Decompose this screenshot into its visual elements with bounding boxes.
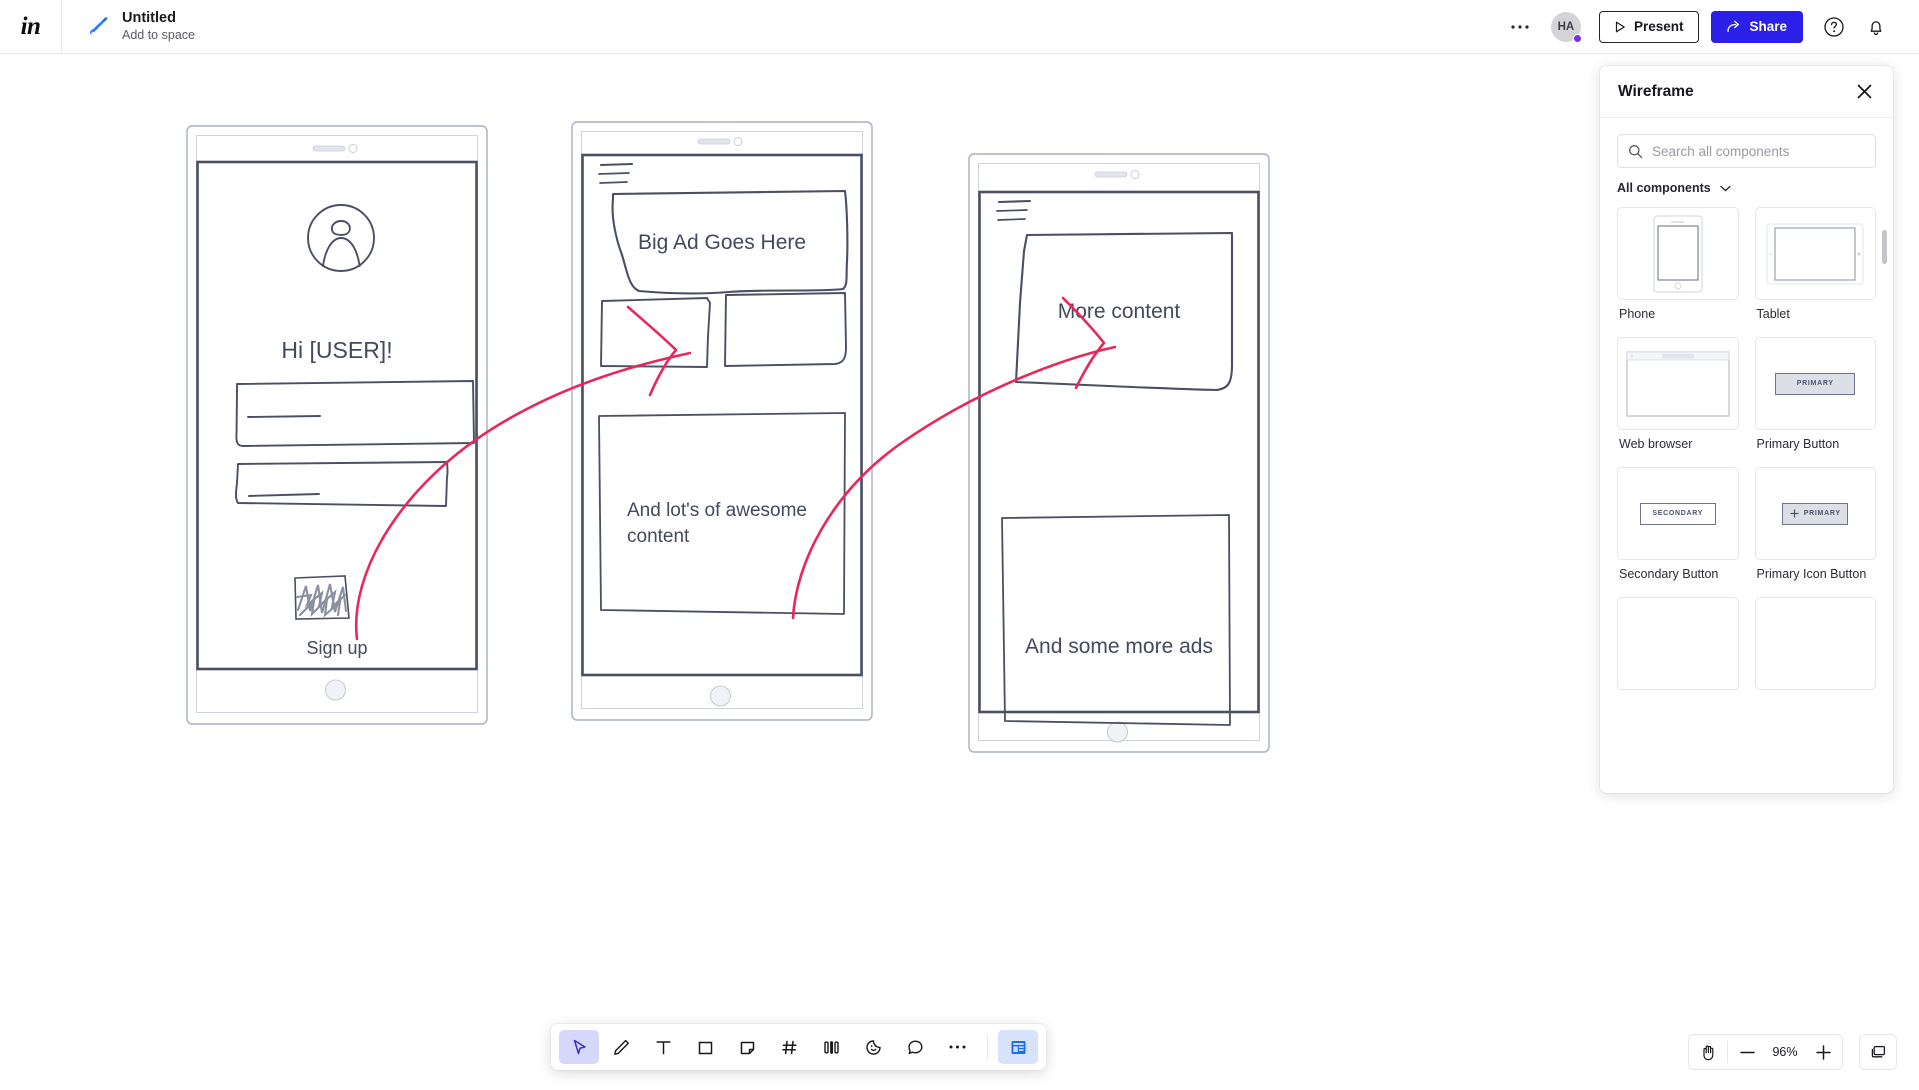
component-card-phone[interactable]: Phone xyxy=(1617,207,1739,332)
screen2-content-text: And lot's of awesome content xyxy=(627,500,807,547)
zoom-level-label[interactable]: 96% xyxy=(1766,1045,1804,1059)
add-to-space-link[interactable]: Add to space xyxy=(122,27,195,43)
tool-rectangle[interactable] xyxy=(685,1030,725,1064)
tool-sticky-note[interactable] xyxy=(727,1030,767,1064)
help-icon[interactable] xyxy=(1819,12,1849,42)
partial-thumbnail-icon xyxy=(1617,597,1739,690)
wireframe-phone-3[interactable]: More content And some more ads xyxy=(968,153,1270,753)
screen3-heading-text: More content xyxy=(1057,300,1181,323)
screen3-ad-text: And some more ads xyxy=(1025,635,1213,658)
tool-grid[interactable] xyxy=(769,1030,809,1064)
components-panel-header: Wireframe xyxy=(1600,66,1893,118)
more-options-icon[interactable] xyxy=(1503,12,1537,42)
avatar-initials: HA xyxy=(1557,20,1575,33)
search-input[interactable] xyxy=(1652,143,1865,159)
phone-thumbnail-icon xyxy=(1617,207,1739,300)
component-card-secondary-button[interactable]: SECONDARY Secondary Button xyxy=(1617,467,1739,592)
share-label: Share xyxy=(1749,19,1787,34)
present-button[interactable]: Present xyxy=(1598,10,1700,43)
chevron-down-icon xyxy=(1720,185,1731,192)
panel-scrollbar-track[interactable] xyxy=(1882,230,1887,793)
component-label: Primary Button xyxy=(1756,437,1840,451)
screen1-greeting-text: Hi [USER]! xyxy=(281,337,393,363)
tools-toolbar xyxy=(551,1024,1046,1070)
top-bar-actions: HA Present Share xyxy=(1503,10,1919,43)
invision-freehand-app: in Untitled Add to space HA Present Shar… xyxy=(0,0,1919,1090)
search-icon xyxy=(1628,144,1643,159)
hand-pan-icon[interactable] xyxy=(1689,1035,1727,1069)
avatar[interactable]: HA xyxy=(1550,11,1582,43)
primary-button-text: PRIMARY xyxy=(1796,380,1834,387)
toolbar-divider xyxy=(987,1035,988,1059)
notifications-bell-icon[interactable] xyxy=(1861,12,1891,42)
component-card-partial-right[interactable] xyxy=(1754,597,1876,690)
tool-more[interactable] xyxy=(937,1030,977,1064)
all-components-label: All components xyxy=(1617,181,1711,195)
pages-button[interactable] xyxy=(1859,1034,1897,1070)
tablet-thumbnail-icon xyxy=(1754,207,1876,300)
plus-icon xyxy=(1790,509,1799,518)
tool-comment[interactable] xyxy=(895,1030,935,1064)
share-icon xyxy=(1727,20,1741,33)
components-panel-body: All components xyxy=(1600,118,1893,793)
presence-dot xyxy=(1572,33,1582,43)
component-card-primary-button[interactable]: PRIMARY Primary Button xyxy=(1754,337,1876,462)
components-grid: Phone Tablet Web browser PRIMARY Primary… xyxy=(1617,207,1876,690)
component-label: Secondary Button xyxy=(1619,567,1719,581)
component-label: Web browser xyxy=(1619,437,1693,451)
invision-logo-text: in xyxy=(20,13,41,40)
document-title[interactable]: Untitled xyxy=(122,10,195,27)
panel-scrollbar-thumb[interactable] xyxy=(1882,230,1887,264)
pencil-icon xyxy=(84,14,110,40)
components-panel: Wireframe All components xyxy=(1600,66,1893,793)
present-label: Present xyxy=(1633,19,1684,34)
tool-components-library[interactable] xyxy=(998,1030,1038,1064)
primary-icon-button-text: PRIMARY xyxy=(1803,510,1841,517)
wireframe-phone-1[interactable]: Hi [USER]! Sign up xyxy=(186,125,488,725)
screen2-ad-text: Big Ad Goes Here xyxy=(637,231,807,254)
secondary-button-thumbnail-icon: SECONDARY xyxy=(1617,467,1739,560)
component-label: Primary Icon Button xyxy=(1756,567,1867,581)
all-components-filter[interactable]: All components xyxy=(1617,181,1731,195)
tool-select[interactable] xyxy=(559,1030,599,1064)
zoom-in-button[interactable] xyxy=(1804,1035,1842,1069)
primary-icon-button-thumbnail-icon: PRIMARY xyxy=(1754,467,1876,560)
zoom-out-button[interactable] xyxy=(1728,1035,1766,1069)
tool-columns[interactable] xyxy=(811,1030,851,1064)
share-button[interactable]: Share xyxy=(1711,10,1803,43)
partial-thumbnail-icon xyxy=(1754,597,1876,690)
component-label: Phone xyxy=(1619,307,1656,321)
zoom-controls: 96% xyxy=(1688,1034,1843,1070)
component-card-tablet[interactable]: Tablet xyxy=(1754,207,1876,332)
component-card-web-browser[interactable]: Web browser xyxy=(1617,337,1739,462)
pages-icon xyxy=(1869,1043,1888,1062)
tool-sticker[interactable] xyxy=(853,1030,893,1064)
search-components-field[interactable] xyxy=(1617,134,1876,168)
close-icon[interactable] xyxy=(1853,81,1875,103)
app-logo[interactable]: in xyxy=(0,0,62,54)
tool-pencil[interactable] xyxy=(601,1030,641,1064)
components-panel-title: Wireframe xyxy=(1618,82,1694,100)
browser-thumbnail-icon xyxy=(1617,337,1739,430)
play-icon xyxy=(1615,21,1626,33)
top-bar: in Untitled Add to space HA Present Shar… xyxy=(0,0,1919,54)
component-card-primary-icon-button[interactable]: PRIMARY Primary Icon Button xyxy=(1754,467,1876,592)
screen1-signup-label: Sign up xyxy=(306,638,368,658)
component-card-partial-left[interactable] xyxy=(1617,597,1739,690)
secondary-button-text: SECONDARY xyxy=(1652,510,1704,517)
primary-button-thumbnail-icon: PRIMARY xyxy=(1754,337,1876,430)
tool-text[interactable] xyxy=(643,1030,683,1064)
component-label: Tablet xyxy=(1756,307,1790,321)
wireframe-phone-2[interactable]: Big Ad Goes Here And lot's of awesome co… xyxy=(571,121,873,721)
document-info[interactable]: Untitled Add to space xyxy=(84,10,195,43)
